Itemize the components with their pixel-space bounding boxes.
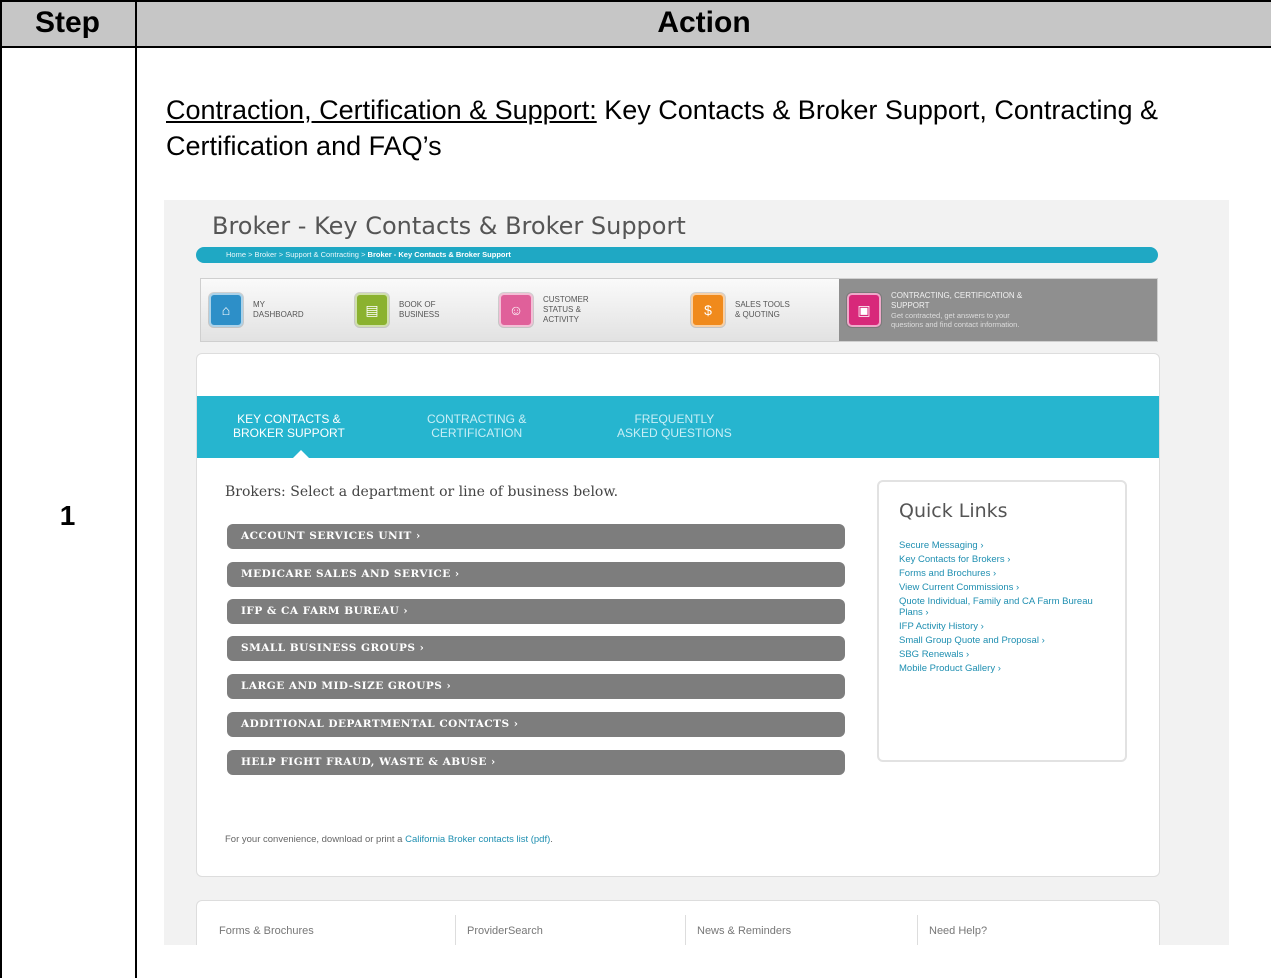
contacts-pdf-link[interactable]: California Broker contacts list (pdf) xyxy=(405,834,550,845)
main-nav: ⌂ MY DASHBOARD ▤ BOOK OF BUSINESS ☺ CUST… xyxy=(200,278,1158,342)
customer-icon: ☺ xyxy=(499,293,533,327)
table-header: Step Action xyxy=(0,0,1271,48)
dept-small-business[interactable]: SMALL BUSINESS GROUPS › xyxy=(227,636,845,661)
instruction-heading: Contraction, Certification & Support: xyxy=(166,95,597,125)
tab-faq[interactable]: FREQUENTLY ASKED QUESTIONS xyxy=(617,412,732,440)
dept-account-services[interactable]: ACCOUNT SERVICES UNIT › xyxy=(227,524,845,549)
note-prefix: For your convenience, download or print … xyxy=(225,834,406,845)
header-action: Action xyxy=(657,6,751,39)
nav-book-of-business[interactable]: ▤ BOOK OF BUSINESS xyxy=(355,279,499,341)
quick-links-list: Secure Messaging › Key Contacts for Brok… xyxy=(899,540,1119,677)
quick-links-title: Quick Links xyxy=(899,500,1008,522)
instruction-text: Contraction, Certification & Support: Ke… xyxy=(166,92,1246,164)
book-icon: ▤ xyxy=(355,293,389,327)
dept-medicare[interactable]: MEDICARE SALES AND SERVICE › xyxy=(227,562,845,587)
tab-key-contacts[interactable]: KEY CONTACTS & BROKER SUPPORT xyxy=(233,412,345,440)
active-tab-pointer xyxy=(293,450,309,458)
quick-link[interactable]: IFP Activity History › xyxy=(899,621,1119,632)
breadcrumb-path[interactable]: Home > Broker > Support & Contracting > xyxy=(226,250,368,259)
nav-contracting-certification-support[interactable]: ▣ CONTRACTING, CERTIFICATION & SUPPORT G… xyxy=(839,279,1157,341)
dept-large-mid-size[interactable]: LARGE AND MID-SIZE GROUPS › xyxy=(227,674,845,699)
quick-links-panel: Quick Links Secure Messaging › Key Conta… xyxy=(877,480,1127,762)
dept-ifp-farm-bureau[interactable]: IFP & CA FARM BUREAU › xyxy=(227,599,845,624)
table-border-left xyxy=(0,0,2,978)
footer-provider-search[interactable]: ProviderSearch xyxy=(467,925,543,937)
footer-divider xyxy=(455,915,456,945)
note-suffix: . xyxy=(550,834,553,845)
quick-link[interactable]: Small Group Quote and Proposal › xyxy=(899,635,1119,646)
download-note: For your convenience, download or print … xyxy=(225,834,553,845)
dept-additional-contacts[interactable]: ADDITIONAL DEPARTMENTAL CONTACTS › xyxy=(227,712,845,737)
footer-divider xyxy=(685,915,686,945)
quick-link[interactable]: SBG Renewals › xyxy=(899,649,1119,660)
select-department-label: Brokers: Select a department or line of … xyxy=(225,484,619,500)
footer-forms-brochures[interactable]: Forms & Brochures xyxy=(219,925,314,937)
quick-link[interactable]: Forms and Brochures › xyxy=(899,568,1119,579)
nav-label: CUSTOMER STATUS & ACTIVITY xyxy=(543,295,589,324)
step-number: 1 xyxy=(59,500,76,531)
nav-label: SALES TOOLS & QUOTING xyxy=(735,300,790,319)
nav-sales-tools[interactable]: $ SALES TOOLS & QUOTING xyxy=(691,279,839,341)
embedded-screenshot: Broker - Key Contacts & Broker Support H… xyxy=(164,200,1229,945)
dashboard-icon: ⌂ xyxy=(209,293,243,327)
breadcrumb: Home > Broker > Support & Contracting > … xyxy=(196,247,1158,263)
breadcrumb-current: Broker - Key Contacts & Broker Support xyxy=(367,250,511,259)
table-border-top xyxy=(0,0,1271,2)
footer-divider xyxy=(917,915,918,945)
dept-fraud-waste-abuse[interactable]: HELP FIGHT FRAUD, WASTE & ABUSE › xyxy=(227,750,845,775)
content-card: KEY CONTACTS & BROKER SUPPORT CONTRACTIN… xyxy=(196,353,1160,877)
tab-contracting-certification[interactable]: CONTRACTING & CERTIFICATION xyxy=(427,412,526,440)
page-title: Broker - Key Contacts & Broker Support xyxy=(212,212,686,240)
footer-need-help[interactable]: Need Help? xyxy=(929,925,987,937)
nav-customer-status[interactable]: ☺ CUSTOMER STATUS & ACTIVITY xyxy=(499,279,689,341)
nav-label: CONTRACTING, CERTIFICATION & SUPPORT xyxy=(891,291,1023,310)
header-step: Step xyxy=(34,6,100,39)
column-divider xyxy=(135,0,137,978)
nav-my-dashboard[interactable]: ⌂ MY DASHBOARD xyxy=(209,279,355,341)
quick-link[interactable]: Mobile Product Gallery › xyxy=(899,663,1119,674)
quick-link[interactable]: Key Contacts for Brokers › xyxy=(899,554,1119,565)
sales-icon: $ xyxy=(691,293,725,327)
footer-bar: Forms & Brochures ProviderSearch News & … xyxy=(196,900,1160,945)
document-table: Step Action 1 Contraction, Certification… xyxy=(0,0,1271,978)
tab-bar: KEY CONTACTS & BROKER SUPPORT CONTRACTIN… xyxy=(197,396,1159,458)
quick-link[interactable]: Quote Individual, Family and CA Farm Bur… xyxy=(899,596,1119,618)
footer-news-reminders[interactable]: News & Reminders xyxy=(697,925,791,937)
nav-active-text: CONTRACTING, CERTIFICATION & SUPPORT Get… xyxy=(891,291,1022,329)
nav-label: MY DASHBOARD xyxy=(253,300,304,319)
contracting-icon: ▣ xyxy=(847,293,881,327)
nav-label: BOOK OF BUSINESS xyxy=(399,300,440,319)
quick-link[interactable]: Secure Messaging › xyxy=(899,540,1119,551)
quick-link[interactable]: View Current Commissions › xyxy=(899,582,1119,593)
nav-sublabel: Get contracted, get answers to your ques… xyxy=(891,311,1020,329)
